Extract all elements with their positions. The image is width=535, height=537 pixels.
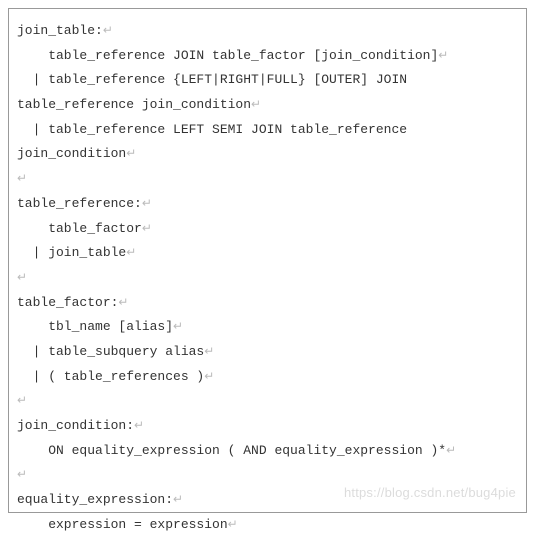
line-end-icon: ↵ xyxy=(228,517,238,531)
code-text: | table_subquery alias xyxy=(17,344,204,359)
code-line: expression = expression↵ xyxy=(17,513,518,537)
code-line: table_reference:↵ xyxy=(17,192,518,217)
code-text: table_reference JOIN table_factor [join_… xyxy=(17,48,438,63)
code-text: | table_reference LEFT SEMI JOIN table_r… xyxy=(17,122,407,137)
code-line: equality_expression:↵ xyxy=(17,488,518,513)
line-end-icon: ↵ xyxy=(204,344,214,358)
line-end-icon: ↵ xyxy=(17,393,27,407)
code-line: join_condition:↵ xyxy=(17,414,518,439)
code-line: | ( table_references )↵ xyxy=(17,365,518,390)
line-end-icon: ↵ xyxy=(173,319,183,333)
code-text: table_factor xyxy=(17,221,142,236)
code-line: ↵ xyxy=(17,463,518,488)
line-end-icon: ↵ xyxy=(17,270,27,284)
code-line: | table_reference {LEFT|RIGHT|FULL} [OUT… xyxy=(17,68,518,93)
code-text: expression = expression xyxy=(17,517,228,532)
line-end-icon: ↵ xyxy=(17,171,27,185)
code-text: | join_table xyxy=(17,245,126,260)
code-text: table_factor: xyxy=(17,295,118,310)
code-text: ON equality_expression ( AND equality_ex… xyxy=(17,443,446,458)
code-text: table_reference join_condition xyxy=(17,97,251,112)
line-end-icon: ↵ xyxy=(126,245,136,259)
code-line: table_factor↵ xyxy=(17,217,518,242)
code-line: ON equality_expression ( AND equality_ex… xyxy=(17,439,518,464)
line-end-icon: ↵ xyxy=(438,48,448,62)
code-line: tbl_name [alias]↵ xyxy=(17,315,518,340)
line-end-icon: ↵ xyxy=(142,221,152,235)
code-line: table_reference join_condition↵ xyxy=(17,93,518,118)
code-text: join_table: xyxy=(17,23,103,38)
code-line: table_reference JOIN table_factor [join_… xyxy=(17,44,518,69)
code-line: join_condition↵ xyxy=(17,142,518,167)
line-end-icon: ↵ xyxy=(134,418,144,432)
line-end-icon: ↵ xyxy=(173,492,183,506)
line-end-icon: ↵ xyxy=(126,146,136,160)
line-end-icon: ↵ xyxy=(103,23,113,37)
code-line: ↵ xyxy=(17,167,518,192)
code-text: join_condition: xyxy=(17,418,134,433)
code-text: tbl_name [alias] xyxy=(17,319,173,334)
line-end-icon: ↵ xyxy=(142,196,152,210)
code-block: join_table:↵ table_reference JOIN table_… xyxy=(8,8,527,513)
code-text: | table_reference {LEFT|RIGHT|FULL} [OUT… xyxy=(17,72,407,87)
code-line: ↵ xyxy=(17,389,518,414)
line-end-icon: ↵ xyxy=(17,467,27,481)
code-line: join_table:↵ xyxy=(17,19,518,44)
code-line: table_factor:↵ xyxy=(17,291,518,316)
line-end-icon: ↵ xyxy=(204,369,214,383)
code-text: | ( table_references ) xyxy=(17,369,204,384)
line-end-icon: ↵ xyxy=(118,295,128,309)
code-text: table_reference: xyxy=(17,196,142,211)
code-line: | table_reference LEFT SEMI JOIN table_r… xyxy=(17,118,518,143)
line-end-icon: ↵ xyxy=(446,443,456,457)
code-line: | table_subquery alias↵ xyxy=(17,340,518,365)
line-end-icon: ↵ xyxy=(251,97,261,111)
code-text: join_condition xyxy=(17,146,126,161)
code-line: ↵ xyxy=(17,266,518,291)
code-line: | join_table↵ xyxy=(17,241,518,266)
code-text: equality_expression: xyxy=(17,492,173,507)
